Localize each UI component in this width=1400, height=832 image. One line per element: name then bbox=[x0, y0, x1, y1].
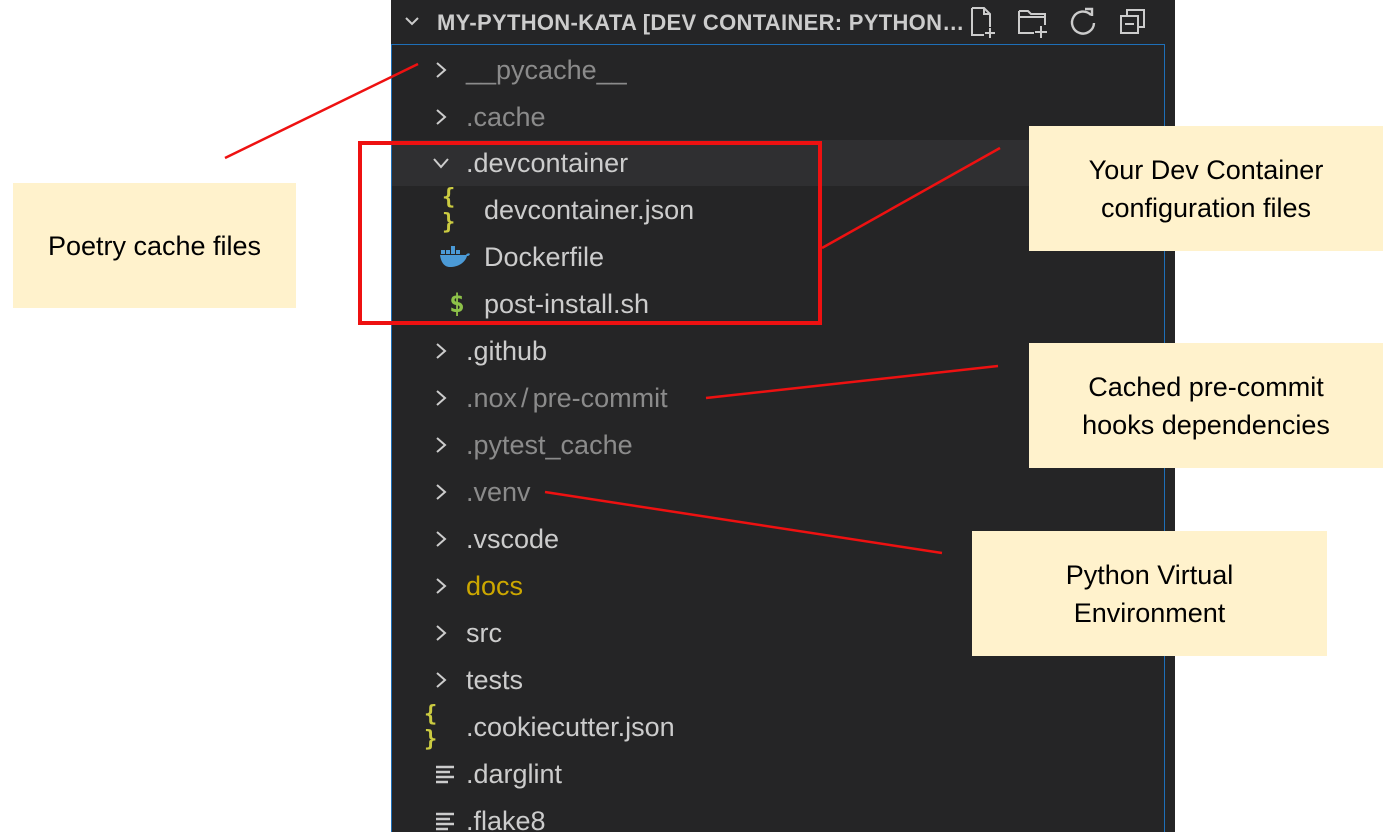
chevron-right-icon[interactable] bbox=[432, 61, 450, 79]
chevron-right-icon[interactable] bbox=[432, 624, 450, 642]
new-folder-icon bbox=[1018, 10, 1047, 38]
tree-item-label: .cache bbox=[466, 102, 546, 132]
callout-venv: Python Virtual Environment bbox=[972, 531, 1327, 656]
tree-item-darglint[interactable]: .darglint bbox=[392, 751, 1164, 797]
chevron-right-icon[interactable] bbox=[432, 671, 450, 689]
chevron-right-icon[interactable] bbox=[432, 342, 450, 360]
explorer-header[interactable]: MY-PYTHON-KATA [DEV CONTAINER: PYTHON 3] bbox=[391, 0, 1175, 44]
tree-item-tests[interactable]: tests bbox=[392, 657, 1164, 703]
chevron-right-icon[interactable] bbox=[432, 483, 450, 501]
tree-item-label: tests bbox=[466, 665, 524, 695]
tree-item-label: .flake8 bbox=[466, 806, 546, 832]
callout-poetry-cache: Poetry cache files bbox=[13, 183, 296, 308]
callout-text-line2: configuration files bbox=[1100, 192, 1312, 223]
callout-text-line1: Python Virtual bbox=[1065, 559, 1234, 590]
chevron-right-icon[interactable] bbox=[432, 577, 450, 595]
tree-item-pycache[interactable]: __pycache__ bbox=[392, 47, 1164, 93]
tree-item-label: .nox / pre-commit bbox=[466, 382, 668, 414]
tree-item-label: .github bbox=[466, 336, 548, 366]
callout-text-line1: Your Dev Container bbox=[1088, 154, 1324, 185]
callout-text: Poetry cache files bbox=[47, 230, 262, 261]
tree-item-label: docs bbox=[466, 571, 524, 601]
tree-item-flake8[interactable]: .flake8 bbox=[392, 798, 1164, 832]
callout-devcontainer: Your Dev Container configuration files bbox=[1029, 126, 1383, 251]
tree-item-label: .venv bbox=[466, 477, 531, 507]
tree-item-label: .cookiecutter.json bbox=[466, 712, 675, 742]
new-file-icon bbox=[971, 7, 995, 38]
tree-item-label: .darglint bbox=[466, 759, 563, 789]
callout-text-line2: hooks dependencies bbox=[1082, 409, 1330, 440]
tree-item-label: src bbox=[466, 618, 502, 648]
text-lines-icon bbox=[430, 807, 460, 832]
path-segment-nox: .nox bbox=[466, 383, 518, 413]
text-lines-icon bbox=[430, 760, 460, 788]
path-separator: / bbox=[521, 383, 529, 413]
chevron-right-icon[interactable] bbox=[432, 108, 450, 126]
tree-item-label: __pycache__ bbox=[466, 55, 627, 85]
refresh-button[interactable] bbox=[1065, 4, 1101, 40]
devcontainer-highlight-box bbox=[358, 141, 822, 325]
collapse-all-button[interactable] bbox=[1115, 4, 1151, 40]
chevron-right-icon[interactable] bbox=[432, 389, 450, 407]
workspace-title: MY-PYTHON-KATA [DEV CONTAINER: PYTHON 3] bbox=[437, 10, 965, 35]
chevron-right-icon[interactable] bbox=[432, 436, 450, 454]
tree-item-cookiecutter-json[interactable]: { } .cookiecutter.json bbox=[392, 702, 1164, 752]
callout-precommit: Cached pre-commit hooks dependencies bbox=[1029, 343, 1383, 468]
callout-text-line2: Environment bbox=[1073, 597, 1226, 628]
new-file-button[interactable] bbox=[965, 4, 1001, 40]
collapse-all-icon bbox=[1120, 9, 1145, 34]
chevron-down-icon[interactable] bbox=[405, 14, 419, 28]
new-folder-button[interactable] bbox=[1015, 4, 1051, 40]
callout-text-line1: Cached pre-commit bbox=[1088, 371, 1324, 402]
path-segment-pre-commit: pre-commit bbox=[532, 383, 668, 413]
json-braces-icon: { } bbox=[424, 702, 438, 752]
tree-item-label: .vscode bbox=[466, 524, 560, 554]
tree-item-venv[interactable]: .venv bbox=[392, 469, 1164, 515]
refresh-icon bbox=[1070, 7, 1096, 35]
tree-item-label: .pytest_cache bbox=[466, 430, 633, 460]
chevron-right-icon[interactable] bbox=[432, 530, 450, 548]
